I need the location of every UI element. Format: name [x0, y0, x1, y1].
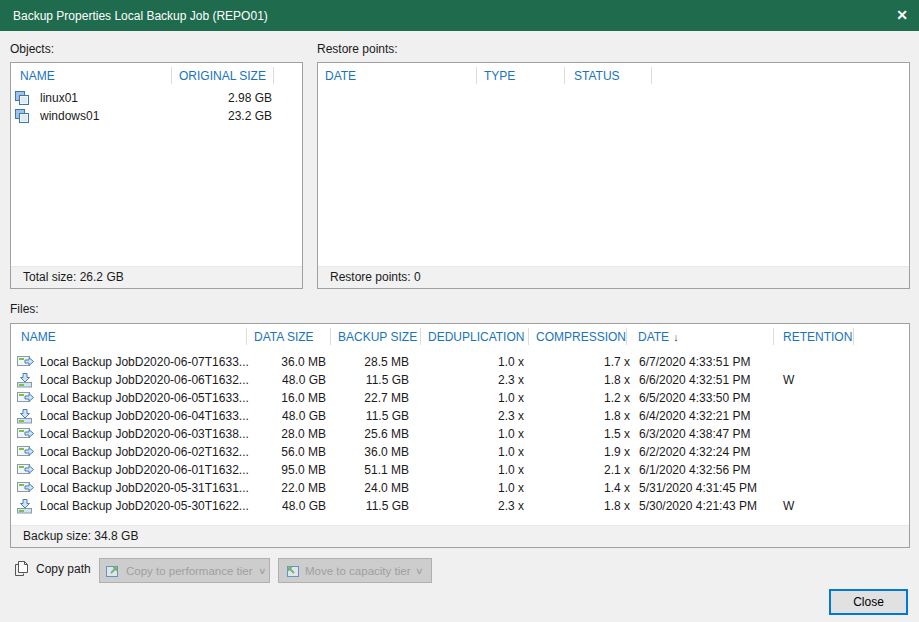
files-rows: Local Backup JobD2020-06-07T1633...36.0 …	[11, 353, 909, 515]
table-row[interactable]: Local Backup JobD2020-06-03T1638...28.0 …	[11, 425, 909, 443]
copy-icon	[14, 560, 29, 577]
files-col-datasize[interactable]: DATA SIZE	[254, 330, 314, 344]
table-row[interactable]: Local Backup JobD2020-06-01T1632...95.0 …	[11, 461, 909, 479]
objects-header: NAME ORIGINAL SIZE	[11, 63, 302, 87]
files-col-dedup[interactable]: DEDUPLICATION	[428, 330, 524, 344]
restore-points-footer: Restore points: 0	[318, 266, 909, 288]
restore-points-header: DATE TYPE STATUS	[318, 63, 909, 87]
files-header: NAME DATA SIZE BACKUP SIZE DEDUPLICATION…	[11, 324, 909, 348]
move-to-capacity-tier-button[interactable]: Move to capacity tier ∨	[278, 558, 432, 583]
copy-path-button[interactable]: Copy path	[14, 560, 91, 577]
copy-tier-icon	[105, 563, 121, 579]
restore-points-panel: DATE TYPE STATUS Restore points: 0	[317, 62, 910, 289]
files-col-date[interactable]: DATE↓	[638, 330, 679, 344]
move-tier-label: Move to capacity tier	[305, 565, 410, 577]
window-title: Backup Properties Local Backup Job (REPO…	[13, 9, 268, 23]
objects-col-name[interactable]: NAME	[20, 69, 55, 83]
restore-col-status[interactable]: STATUS	[574, 69, 620, 83]
objects-panel: NAME ORIGINAL SIZE linux012.98 GBwindows…	[10, 62, 303, 289]
restore-col-type[interactable]: TYPE	[484, 69, 515, 83]
chevron-down-icon: ∨	[415, 566, 424, 576]
copy-to-performance-tier-button[interactable]: Copy to performance tier ∨	[99, 558, 270, 583]
objects-label: Objects:	[10, 42, 54, 56]
objects-rows: linux012.98 GBwindows0123.2 GB	[11, 89, 302, 125]
table-row[interactable]: Local Backup JobD2020-06-06T1632...48.0 …	[11, 371, 909, 389]
restore-col-date[interactable]: DATE	[325, 69, 356, 83]
sort-desc-icon: ↓	[673, 331, 679, 343]
move-tier-icon	[284, 563, 300, 579]
title-bar: Backup Properties Local Backup Job (REPO…	[0, 0, 919, 31]
table-row[interactable]: Local Backup JobD2020-05-31T1631...22.0 …	[11, 479, 909, 497]
restore-points-label: Restore points:	[317, 42, 398, 56]
table-row[interactable]: Local Backup JobD2020-06-04T1633...48.0 …	[11, 407, 909, 425]
files-label: Files:	[10, 302, 39, 316]
table-row[interactable]: windows0123.2 GB	[11, 107, 302, 125]
window-close-icon[interactable]: ✕	[896, 8, 908, 23]
objects-footer: Total size: 26.2 GB	[11, 266, 302, 288]
table-row[interactable]: Local Backup JobD2020-06-05T1633...16.0 …	[11, 389, 909, 407]
files-footer: Backup size: 34.8 GB	[11, 525, 909, 547]
close-button[interactable]: Close	[829, 589, 908, 615]
table-row[interactable]: Local Backup JobD2020-06-07T1633...36.0 …	[11, 353, 909, 371]
table-row[interactable]: linux012.98 GB	[11, 89, 302, 107]
table-row[interactable]: Local Backup JobD2020-06-02T1632...56.0 …	[11, 443, 909, 461]
files-col-name[interactable]: NAME	[21, 330, 56, 344]
objects-col-size[interactable]: ORIGINAL SIZE	[179, 69, 266, 83]
full-backup-icon	[17, 499, 33, 519]
copy-tier-label: Copy to performance tier	[126, 565, 253, 577]
chevron-down-icon: ∨	[258, 566, 267, 576]
table-row[interactable]: Local Backup JobD2020-05-30T1622...48.0 …	[11, 497, 909, 515]
files-panel: NAME DATA SIZE BACKUP SIZE DEDUPLICATION…	[10, 323, 910, 548]
copy-path-label: Copy path	[36, 562, 91, 576]
files-col-retention[interactable]: RETENTION	[783, 330, 852, 344]
files-col-compression[interactable]: COMPRESSION	[536, 330, 626, 344]
vm-icon	[15, 109, 30, 129]
files-col-backupsize[interactable]: BACKUP SIZE	[338, 330, 417, 344]
